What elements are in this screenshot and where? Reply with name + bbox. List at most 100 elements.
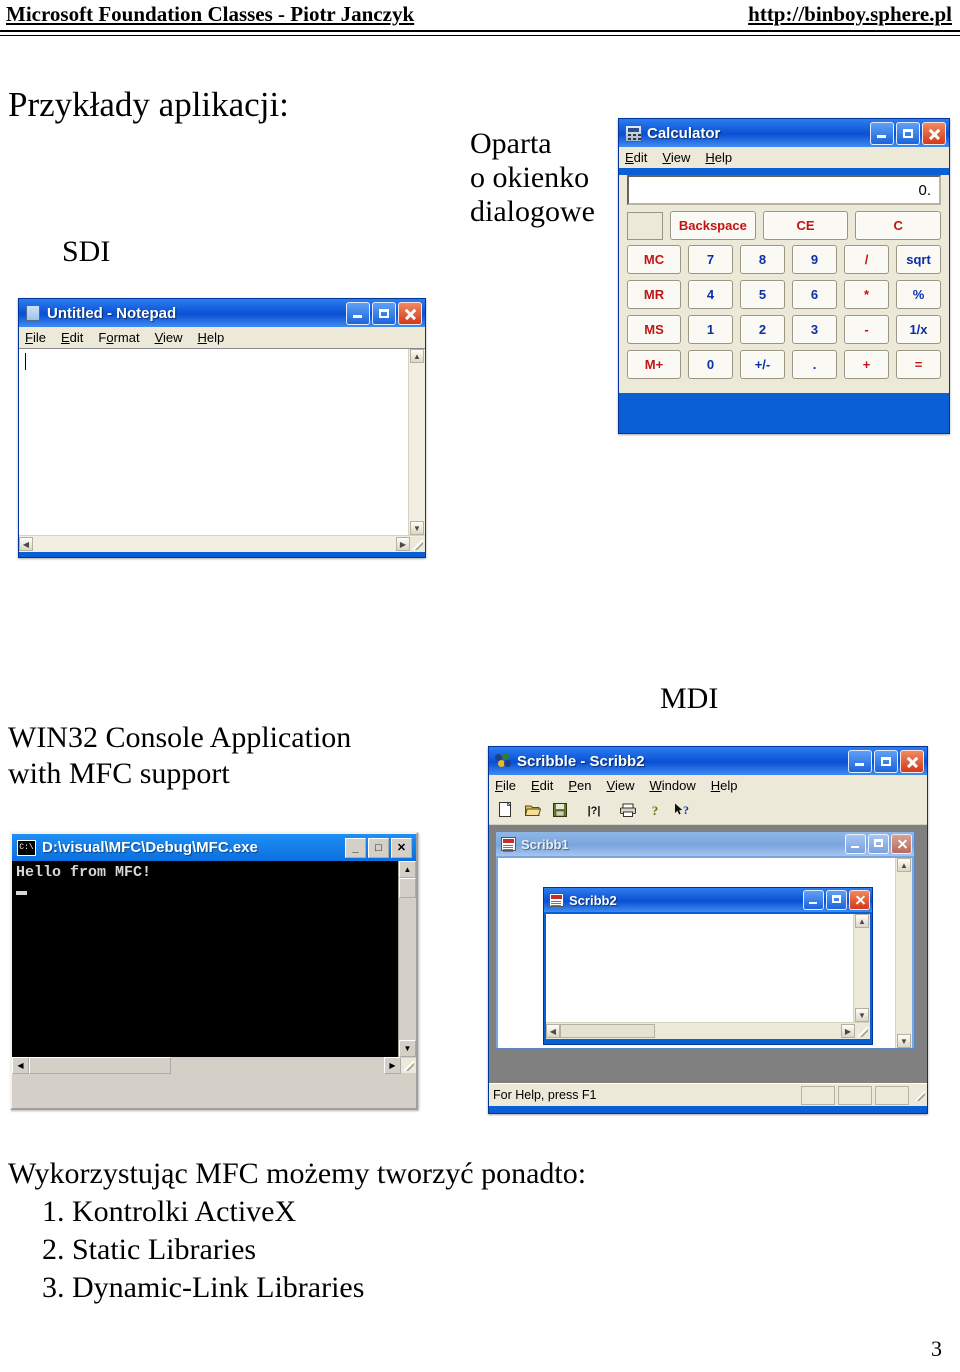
divide-button[interactable]: /	[844, 245, 889, 274]
scroll-left-icon[interactable]: ◀	[19, 537, 33, 551]
scroll-down-icon[interactable]: ▼	[897, 1034, 911, 1048]
digit-3-button[interactable]: 3	[792, 315, 837, 344]
mc-button[interactable]: MC	[627, 245, 681, 274]
digit-9-button[interactable]: 9	[792, 245, 837, 274]
digit-0-button[interactable]: 0	[688, 350, 733, 379]
resize-grip[interactable]	[410, 536, 425, 552]
ce-button[interactable]: CE	[762, 211, 849, 240]
scribble-titlebar[interactable]: Scribble - Scribb2	[489, 747, 927, 775]
scribb2-vertical-scrollbar[interactable]: ▲ ▼	[853, 914, 870, 1022]
digit-1-button[interactable]: 1	[688, 315, 733, 344]
scribb1-vertical-scrollbar[interactable]: ▲ ▼	[895, 858, 912, 1048]
console-vertical-scrollbar[interactable]: ▲ ▼	[398, 861, 416, 1057]
calculator-row[interactable]: MC 7 8 9 / sqrt	[627, 245, 941, 274]
scribb1-titlebar[interactable]: Scribb1	[496, 832, 914, 856]
notepad-window[interactable]: Untitled - Notepad File Edit Format View…	[18, 298, 426, 558]
digit-6-button[interactable]: 6	[792, 280, 837, 309]
menu-edit[interactable]: Edit	[531, 778, 553, 793]
mr-button[interactable]: MR	[627, 280, 681, 309]
multiply-button[interactable]: *	[844, 280, 889, 309]
scribb2-titlebar[interactable]: Scribb2	[544, 888, 872, 912]
scroll-thumb[interactable]	[29, 1057, 171, 1074]
scroll-up-icon[interactable]: ▲	[855, 914, 869, 928]
scroll-right-icon[interactable]: ▶	[384, 1057, 401, 1074]
minimize-button[interactable]	[848, 750, 872, 773]
header-url[interactable]: http://binboy.sphere.pl	[748, 2, 952, 27]
minimize-button[interactable]	[870, 122, 894, 145]
properties-icon[interactable]: |?|	[581, 798, 606, 822]
notepad-vertical-scrollbar[interactable]: ▲ ▼	[408, 349, 425, 535]
equals-button[interactable]: =	[896, 350, 941, 379]
resize-grip[interactable]	[401, 1058, 416, 1073]
maximize-button[interactable]	[896, 122, 920, 145]
sqrt-button[interactable]: sqrt	[896, 245, 941, 274]
new-icon[interactable]	[493, 798, 518, 822]
close-button[interactable]: ✕	[391, 837, 412, 858]
menu-view[interactable]: View	[662, 150, 690, 165]
calculator-top-row[interactable]: Backspace CE C	[619, 211, 949, 245]
scroll-right-icon[interactable]: ▶	[396, 537, 410, 551]
calculator-window[interactable]: Calculator Edit View Help 0. Backspace C…	[618, 118, 950, 434]
decimal-point-button[interactable]: .	[792, 350, 837, 379]
maximize-button[interactable]	[874, 750, 898, 773]
resize-grip[interactable]	[912, 1087, 927, 1103]
menu-pen[interactable]: Pen	[568, 778, 591, 793]
digit-2-button[interactable]: 2	[740, 315, 785, 344]
ms-button[interactable]: MS	[627, 315, 681, 344]
calculator-titlebar[interactable]: Calculator	[619, 119, 949, 147]
minimize-button[interactable]	[346, 302, 370, 325]
minimize-button[interactable]	[845, 834, 866, 854]
notepad-window-buttons[interactable]	[346, 302, 422, 325]
menu-file[interactable]: File	[495, 778, 516, 793]
maximize-button[interactable]	[868, 834, 889, 854]
menu-help[interactable]: Help	[705, 150, 732, 165]
scroll-up-icon[interactable]: ▲	[399, 861, 416, 878]
digit-8-button[interactable]: 8	[740, 245, 785, 274]
scroll-down-icon[interactable]: ▼	[855, 1008, 869, 1022]
menu-file[interactable]: File	[25, 330, 46, 345]
menu-edit[interactable]: Edit	[61, 330, 83, 345]
open-icon[interactable]	[520, 798, 545, 822]
digit-4-button[interactable]: 4	[688, 280, 733, 309]
print-icon[interactable]	[615, 798, 640, 822]
menu-view[interactable]: View	[155, 330, 183, 345]
minimize-button[interactable]	[803, 890, 824, 910]
calculator-keypad[interactable]: MC 7 8 9 / sqrt MR 4 5 6 * % MS 1 2 3 - …	[619, 245, 949, 393]
scroll-thumb[interactable]	[560, 1024, 655, 1038]
scribble-window-buttons[interactable]	[848, 750, 924, 773]
scroll-right-icon[interactable]: ▶	[841, 1024, 855, 1038]
notepad-menubar[interactable]: File Edit Format View Help	[19, 327, 425, 348]
about-icon[interactable]: ?	[642, 798, 667, 822]
scribb2-horizontal-scrollbar[interactable]: ◀ ▶	[546, 1022, 870, 1039]
digit-7-button[interactable]: 7	[688, 245, 733, 274]
menu-format[interactable]: Format	[98, 330, 139, 345]
save-icon[interactable]	[547, 798, 572, 822]
context-help-icon[interactable]: ?	[669, 798, 694, 822]
notepad-textarea[interactable]	[19, 349, 408, 535]
scroll-up-icon[interactable]: ▲	[897, 858, 911, 872]
scroll-down-icon[interactable]: ▼	[399, 1040, 416, 1057]
scroll-left-icon[interactable]: ◀	[546, 1024, 560, 1038]
menu-window[interactable]: Window	[649, 778, 695, 793]
subtract-button[interactable]: -	[844, 315, 889, 344]
maximize-button[interactable]: □	[368, 837, 389, 858]
minimize-button[interactable]: _	[345, 837, 366, 858]
close-button[interactable]	[922, 122, 946, 145]
percent-button[interactable]: %	[896, 280, 941, 309]
digit-5-button[interactable]: 5	[740, 280, 785, 309]
resize-grip[interactable]	[855, 1023, 870, 1039]
close-button[interactable]	[398, 302, 422, 325]
console-titlebar[interactable]: C:\ D:\visual\MFC\Debug\MFC.exe _ □ ✕	[12, 834, 416, 861]
scribble-toolbar[interactable]: |?| ? ?	[489, 796, 927, 825]
maximize-button[interactable]	[372, 302, 396, 325]
scribble-menubar[interactable]: File Edit Pen View Window Help	[489, 775, 927, 796]
reciprocal-button[interactable]: 1/x	[896, 315, 941, 344]
console-output-area[interactable]: Hello from MFC!	[12, 861, 398, 1057]
calculator-menubar[interactable]: Edit View Help	[619, 147, 949, 168]
menu-edit[interactable]: Edit	[625, 150, 647, 165]
maximize-button[interactable]	[826, 890, 847, 910]
console-window-buttons[interactable]: _ □ ✕	[345, 837, 414, 858]
backspace-button[interactable]: Backspace	[670, 211, 756, 240]
m-plus-button[interactable]: M+	[627, 350, 681, 379]
menu-help[interactable]: Help	[711, 778, 738, 793]
